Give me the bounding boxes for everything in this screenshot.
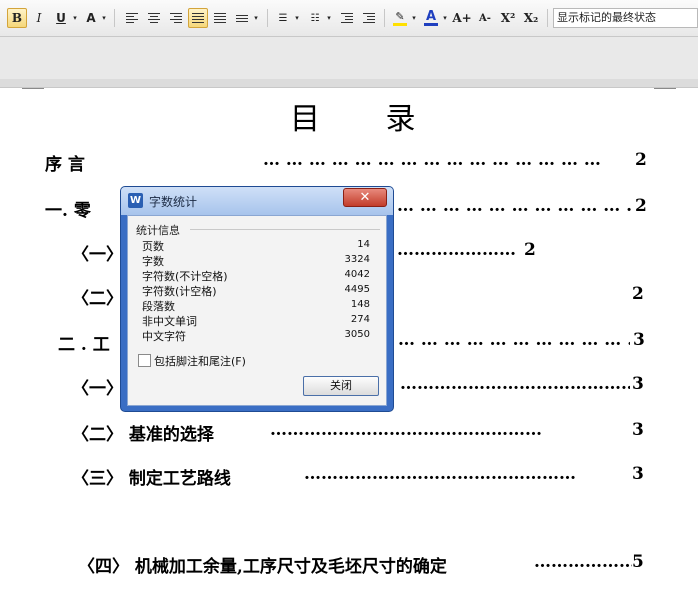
toc-leader: ……………… — [534, 552, 632, 572]
highlight-dropdown-icon[interactable]: ▾ — [409, 8, 419, 28]
close-button[interactable]: 关闭 — [303, 376, 379, 396]
dialog-body: 统计信息 页数 14 字数 3324 字符数(不计空格) 4042 字符数(计空… — [127, 215, 387, 406]
stat-value-chars-with-spaces: 4495 — [344, 284, 370, 295]
italic-button[interactable]: I — [29, 8, 49, 28]
toc-page-number: 3 — [633, 330, 645, 350]
stat-label-chars-no-spaces: 字符数(不计空格) — [142, 270, 228, 283]
stat-label-words: 字数 — [142, 255, 164, 268]
shrink-font-button[interactable]: A- — [475, 8, 495, 28]
toc-entry-text: 〈二〉 基准的选择 — [72, 425, 214, 445]
word-count-dialog: W 字数统计 ✕ 统计信息 页数 14 字数 3324 字符数(不计空格) 40… — [120, 186, 394, 412]
toc-leader: ………………… — [397, 240, 516, 260]
subscript-button[interactable]: X₂ — [520, 8, 542, 28]
grow-font-button[interactable]: A+ — [452, 8, 472, 28]
ruler-strip — [0, 79, 698, 88]
font-color-glyph: A — [425, 8, 437, 24]
toc-entry-text: 序 言 — [45, 155, 85, 175]
align-left-icon[interactable] — [122, 8, 142, 28]
stat-value-words: 3324 — [344, 254, 370, 265]
toc-entry-text: 〈一〉 — [72, 379, 123, 399]
align-center-icon[interactable] — [144, 8, 164, 28]
formatting-toolbar: B I U ▾ A ▾ ▾ ☰ ▾ ☷ ▾ ✎ ▾ A ▾ A+ A- X² X… — [0, 0, 698, 37]
stat-label-paragraphs: 段落数 — [142, 300, 175, 313]
toc-page-number: 2 — [635, 196, 647, 216]
stat-label-non-chinese-words: 非中文单词 — [142, 315, 197, 328]
underline-dropdown-icon[interactable]: ▾ — [70, 8, 80, 28]
toc-page-number: 5 — [632, 552, 644, 572]
toc-page-number: 3 — [632, 464, 644, 484]
line-spacing-icon[interactable] — [233, 8, 251, 28]
stat-label-pages: 页数 — [142, 240, 164, 253]
toolbar-separator — [384, 9, 385, 27]
distributed-align-icon[interactable] — [210, 8, 230, 28]
toc-page-number: 2 — [632, 284, 644, 304]
bold-button[interactable]: B — [7, 8, 27, 28]
toc-leader: …………………………………… — [400, 374, 630, 394]
stat-value-non-chinese-words: 274 — [350, 314, 370, 325]
toc-entry-text: 〈四〉 机械加工余量,工序尺寸及毛坯尺寸的确定 — [78, 557, 447, 577]
stat-value-chinese-chars: 3050 — [344, 329, 370, 340]
page-corner-mark — [654, 80, 676, 89]
toc-entry-text: 〈三〉 制定工艺路线 — [72, 469, 231, 489]
align-right-icon[interactable] — [166, 8, 186, 28]
numbered-list-dropdown-icon[interactable]: ▾ — [292, 8, 302, 28]
stat-value-paragraphs: 148 — [350, 299, 370, 310]
superscript-button[interactable]: X² — [497, 8, 519, 28]
stat-value-chars-no-spaces: 4042 — [344, 269, 370, 280]
bullet-list-dropdown-icon[interactable]: ▾ — [324, 8, 334, 28]
toolbar-separator — [267, 9, 268, 27]
underline-button[interactable]: U — [51, 8, 71, 28]
toc-entry-text: 二 . 工 — [58, 335, 110, 355]
toc-entry-text: 一. 零 — [45, 201, 91, 221]
dialog-title-bar[interactable]: W 字数统计 ✕ — [121, 187, 393, 215]
toc-leader: ………………………………………… — [270, 420, 542, 440]
stat-label-chinese-chars: 中文字符 — [142, 330, 186, 343]
revision-view-select[interactable]: 显示标记的最终状态 — [553, 8, 698, 28]
toc-entry-text: 〈一〉 — [72, 245, 123, 265]
highlight-icon[interactable]: ✎ — [390, 8, 410, 28]
bullet-list-icon[interactable]: ☷ — [306, 8, 324, 28]
toolbar-separator — [547, 9, 548, 27]
group-divider — [190, 229, 380, 230]
toc-entry-text: 〈二〉 — [72, 289, 123, 309]
stat-value-pages: 14 — [357, 239, 370, 250]
font-color-icon[interactable]: A — [421, 8, 441, 28]
highlight-glyph: ✎ — [395, 9, 405, 23]
numbered-list-icon[interactable]: ☰ — [274, 8, 292, 28]
close-icon[interactable]: ✕ — [343, 188, 387, 207]
line-spacing-dropdown-icon[interactable]: ▾ — [251, 8, 261, 28]
toc-page-number: 2 — [524, 240, 536, 260]
toc-page-number: 3 — [632, 374, 644, 394]
toolbar-band — [0, 37, 698, 79]
include-footnotes-label[interactable]: 包括脚注和尾注(F) — [154, 353, 246, 369]
dialog-title: 字数统计 — [149, 195, 198, 209]
shading-dropdown-icon[interactable]: ▾ — [99, 8, 109, 28]
toc-leader: … … … … … … … … … … … … — [398, 330, 630, 350]
character-shading-icon[interactable]: A — [82, 8, 100, 28]
toolbar-separator — [114, 9, 115, 27]
toc-leader: … … … … … … … … … … … … … … … — [263, 150, 601, 170]
font-color-bar — [424, 22, 438, 26]
app-logo-icon: W — [128, 193, 143, 208]
toc-page-number: 3 — [632, 420, 644, 440]
toc-page-number: 2 — [635, 150, 647, 170]
document-title: 目 录 — [290, 102, 444, 137]
stat-label-chars-with-spaces: 字符数(计空格) — [142, 285, 217, 298]
align-justify-icon[interactable] — [188, 8, 208, 28]
toc-leader: … … … … … … … … … … … … — [397, 196, 633, 216]
increase-indent-icon[interactable] — [359, 8, 379, 28]
highlight-color-bar — [393, 22, 407, 26]
page-corner-mark — [22, 80, 44, 89]
include-footnotes-checkbox[interactable] — [138, 354, 151, 367]
toc-leader: ………………………………………… — [304, 464, 576, 484]
statistics-group-label: 统计信息 — [136, 224, 180, 237]
decrease-indent-icon[interactable] — [337, 8, 357, 28]
font-color-dropdown-icon[interactable]: ▾ — [440, 8, 450, 28]
